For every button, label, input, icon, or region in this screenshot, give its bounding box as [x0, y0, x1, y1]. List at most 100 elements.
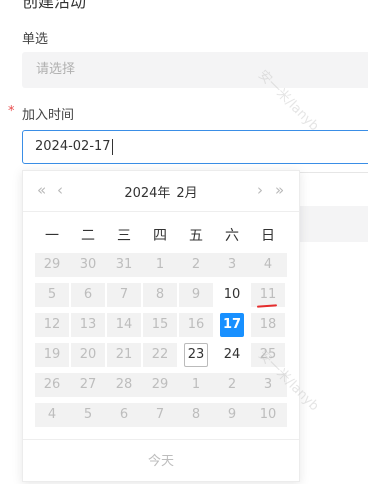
- calendar-week-row: 19 20 21 22 23 24 25: [35, 343, 287, 367]
- calendar-day-number: 28: [115, 377, 133, 392]
- calendar-day-number: 19: [43, 347, 61, 362]
- text-caret: [111, 138, 113, 155]
- calendar-day-number: 29: [151, 377, 169, 392]
- calendar-day: 19: [35, 343, 69, 367]
- calendar-day: 4: [251, 253, 285, 277]
- calendar-year[interactable]: 2024年: [124, 186, 170, 201]
- calendar-day-number: 17: [220, 313, 244, 337]
- required-mark: *: [8, 104, 15, 119]
- calendar-day-today[interactable]: 23: [179, 343, 213, 367]
- calendar-week-row: 29 30 31 1 2 3 4: [35, 253, 287, 277]
- calendar-day-number: 9: [227, 407, 237, 422]
- join-time-input[interactable]: 2024-02-17: [22, 130, 368, 164]
- calendar-day-number: 8: [155, 287, 165, 302]
- join-time-value: 2024-02-17: [35, 139, 111, 154]
- single-select[interactable]: 请选择: [22, 52, 368, 88]
- calendar-week-row: 12 13 14 15 16 17 18: [35, 313, 287, 337]
- calendar-day-number: 2: [227, 377, 237, 392]
- calendar-day: 5: [35, 283, 69, 307]
- calendar-day: 6: [71, 283, 105, 307]
- calendar-day-number: 6: [119, 407, 129, 422]
- footer-divider: [23, 439, 299, 440]
- calendar-day-number: 26: [43, 377, 61, 392]
- calendar-day-number: 7: [155, 407, 165, 422]
- calendar-day-selected[interactable]: 17: [215, 313, 249, 337]
- calendar-day-number: 3: [227, 257, 237, 272]
- calendar-day: 6: [107, 403, 141, 427]
- calendar-grid: 29 30 31 1 2 3 4 5 6 7 8 9 10 11 12 13 14 15 16 17 18 19 20 21 2…: [35, 253, 287, 433]
- calendar-day-number: 7: [119, 287, 129, 302]
- next-year-icon[interactable]: »: [275, 181, 284, 199]
- next-month-icon[interactable]: ›: [257, 181, 263, 199]
- calendar-day-number: 14: [115, 317, 133, 332]
- calendar-day: 14: [107, 313, 141, 337]
- calendar-day: 21: [107, 343, 141, 367]
- calendar-day: 11: [251, 283, 285, 308]
- calendar-day[interactable]: 10: [215, 283, 249, 307]
- weekday-label: 一: [45, 228, 59, 244]
- header-divider: [23, 211, 299, 212]
- calendar-day: 13: [71, 313, 105, 337]
- calendar-day: 15: [143, 313, 177, 337]
- calendar-day-number: 1: [155, 257, 165, 272]
- calendar-day-number: 30: [79, 257, 97, 272]
- calendar-day-number: 18: [259, 317, 277, 332]
- calendar-day-number: 10: [259, 407, 277, 422]
- calendar-day-number: 23: [184, 343, 208, 367]
- weekday-label: 日: [261, 228, 275, 244]
- red-underline-annotation: [256, 304, 278, 308]
- calendar-day: 31: [107, 253, 141, 277]
- calendar-day: 2: [179, 253, 213, 277]
- form-title-partial: 创建活动: [22, 0, 87, 11]
- today-button[interactable]: 今天: [23, 450, 299, 469]
- calendar-day: 30: [71, 253, 105, 277]
- calendar-day-number: 31: [115, 257, 133, 272]
- calendar-day: 8: [143, 283, 177, 307]
- calendar-day-number: 4: [263, 257, 273, 272]
- background-field: [290, 206, 368, 242]
- calendar-day-number: 11: [259, 287, 277, 302]
- calendar-day: 5: [71, 403, 105, 427]
- date-picker-header: « ‹ 2024年 2月 › »: [23, 171, 299, 211]
- weekday-label: 二: [81, 228, 95, 244]
- calendar-day: 20: [71, 343, 105, 367]
- calendar-month[interactable]: 2月: [176, 186, 197, 201]
- calendar-day-number: 1: [191, 377, 201, 392]
- calendar-day-number: 21: [115, 347, 133, 362]
- calendar-day-number: 9: [191, 287, 201, 302]
- calendar-day-number: 5: [83, 407, 93, 422]
- calendar-week-row: 4 5 6 7 8 9 10: [35, 403, 287, 427]
- calendar-day: 28: [107, 373, 141, 397]
- calendar-day: 9: [179, 283, 213, 307]
- single-select-label: 单选: [22, 32, 49, 47]
- calendar-day-number: 16: [187, 317, 205, 332]
- calendar-day: 29: [143, 373, 177, 397]
- date-picker-panel: « ‹ 2024年 2月 › » 一二三四五六日 29 30 31 1 2 3 4 5 6 7 8 9 1…: [22, 170, 300, 482]
- calendar-day-number: 8: [191, 407, 201, 422]
- weekday-label: 六: [225, 228, 239, 244]
- calendar-day: 1: [143, 253, 177, 277]
- join-time-label: 加入时间: [22, 108, 75, 123]
- calendar-day[interactable]: 24: [215, 343, 249, 367]
- calendar-day-number: 3: [263, 377, 273, 392]
- calendar-day-number: 13: [79, 317, 97, 332]
- calendar-week-row: 26 27 28 29 1 2 3: [35, 373, 287, 397]
- calendar-day: 1: [179, 373, 213, 397]
- calendar-day: 29: [35, 253, 69, 277]
- calendar-day-number: 4: [47, 407, 57, 422]
- single-select-placeholder: 请选择: [36, 62, 76, 77]
- calendar-day: 9: [215, 403, 249, 427]
- calendar-day-number: 29: [43, 257, 61, 272]
- background-divider: [290, 172, 368, 173]
- calendar-day-number: 6: [83, 287, 93, 302]
- calendar-day: 12: [35, 313, 69, 337]
- calendar-day-number: 12: [43, 317, 61, 332]
- weekday-header: 一二三四五六日: [35, 225, 287, 245]
- calendar-day-number: 5: [47, 287, 57, 302]
- calendar-day: 3: [215, 253, 249, 277]
- calendar-day-number: 27: [79, 377, 97, 392]
- calendar-day-number: 22: [151, 347, 169, 362]
- calendar-day: 7: [107, 283, 141, 307]
- calendar-day: 7: [143, 403, 177, 427]
- calendar-week-row: 5 6 7 8 9 10 11: [35, 283, 287, 308]
